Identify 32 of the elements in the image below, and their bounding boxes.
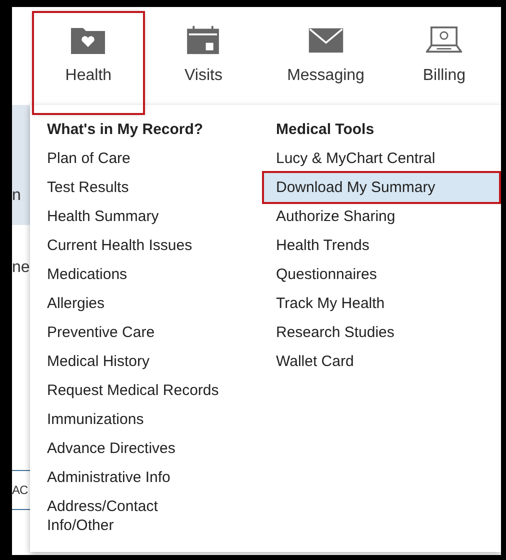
menu-item[interactable]: Test Results xyxy=(47,173,131,202)
menu-item[interactable]: Authorize Sharing xyxy=(276,202,398,231)
menu-item[interactable]: Medications xyxy=(47,260,130,289)
menu-item[interactable]: Lucy & MyChart Central xyxy=(276,144,438,173)
menu-item[interactable]: Medical History xyxy=(47,347,152,376)
menu-item[interactable]: Current Health Issues xyxy=(47,231,194,260)
menu-item[interactable]: Request Medical Records xyxy=(47,376,221,405)
page-text: n xyxy=(12,187,21,205)
menu-item[interactable]: Health Trends xyxy=(276,231,372,260)
page-text: ne xyxy=(12,259,30,277)
menu-item[interactable]: Plan of Care xyxy=(47,144,132,173)
nav-tab[interactable]: Messaging xyxy=(264,7,388,105)
menu-item[interactable]: Immunizations xyxy=(47,405,146,434)
menu-item[interactable]: Questionnaires xyxy=(276,260,379,289)
menu-item[interactable]: Address/Contact Info/Other xyxy=(47,497,160,535)
folder-heart-icon xyxy=(70,25,106,55)
menu-item[interactable]: Administrative Info xyxy=(47,463,172,492)
nav-tab[interactable]: Billing xyxy=(386,7,501,105)
nav-tab[interactable]: Visits xyxy=(142,7,266,105)
menu-item[interactable]: Wallet Card xyxy=(276,347,356,376)
menu-item[interactable]: Health Summary xyxy=(47,202,161,231)
nav-tab[interactable]: Health xyxy=(34,13,143,113)
menu-heading: Medical Tools xyxy=(276,120,374,140)
menu-item[interactable]: Allergies xyxy=(47,289,107,318)
calendar-icon xyxy=(185,25,222,55)
menu-item[interactable]: Track My Health xyxy=(276,289,387,318)
menu-item[interactable]: Advance Directives xyxy=(47,434,178,463)
menu-heading: What's in My Record? xyxy=(47,120,204,140)
menu-item[interactable]: Download My Summary xyxy=(264,173,499,202)
menu-item[interactable]: Research Studies xyxy=(276,318,396,347)
laptop-icon xyxy=(426,25,462,55)
menu-item[interactable]: Preventive Care xyxy=(47,318,157,347)
